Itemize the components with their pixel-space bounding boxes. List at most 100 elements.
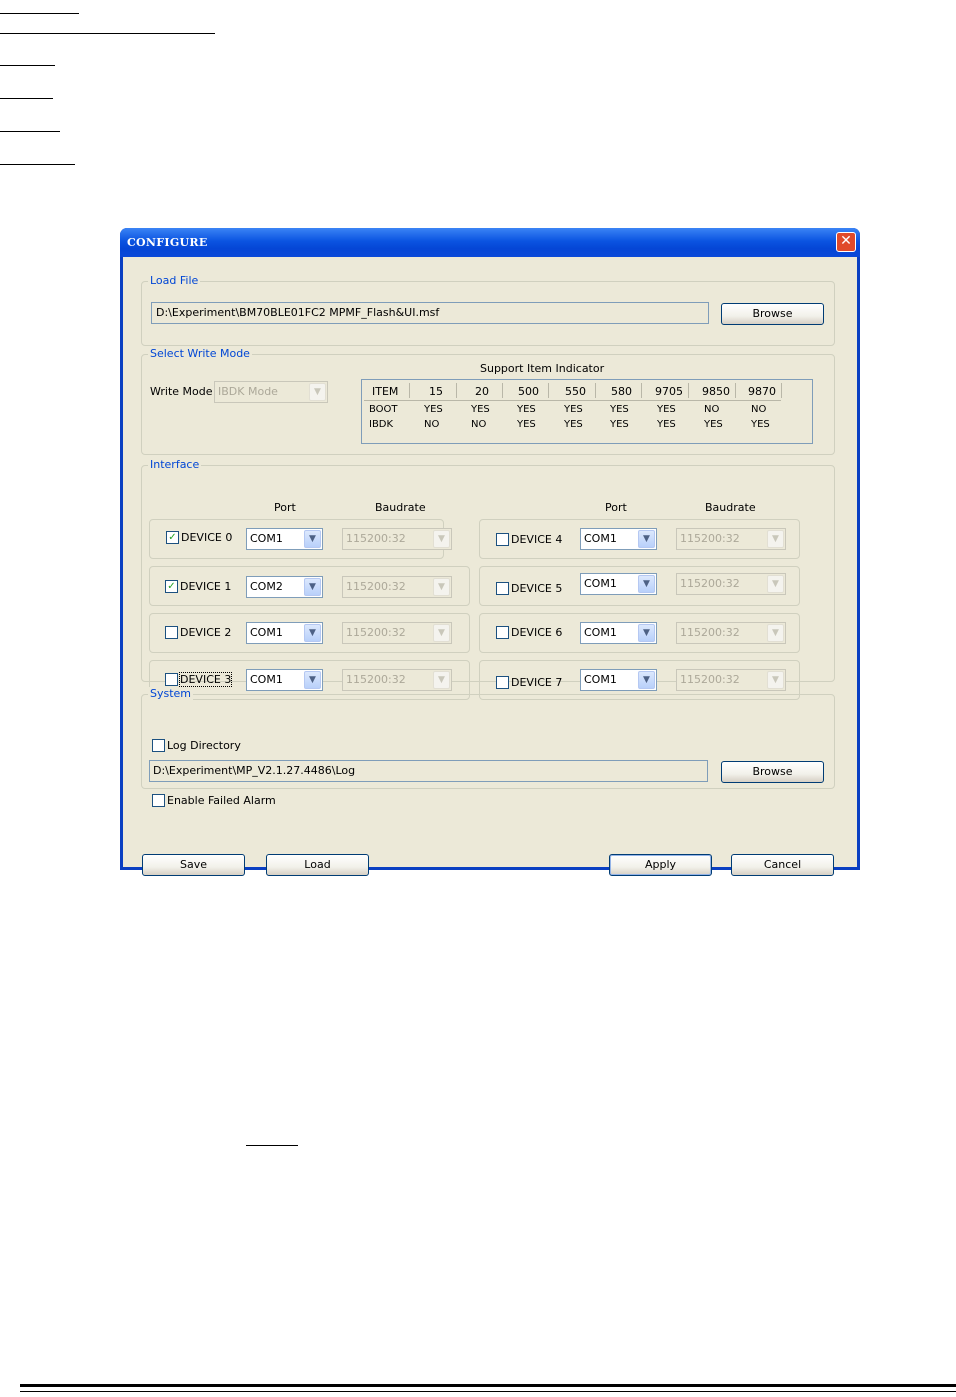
device-4-label: DEVICE 4 (511, 533, 563, 546)
log-directory-label: Log Directory (167, 739, 241, 752)
chevron-down-icon: ▼ (638, 575, 655, 593)
load-file-path-field[interactable]: D:\Experiment\BM70BLE01FC2 MPMF_Flash&UI… (151, 302, 709, 324)
column-divider (688, 383, 689, 398)
device-4-checkbox[interactable] (496, 533, 509, 546)
device-5-baud-value: 115200:32 (680, 577, 740, 590)
table-header: ITEM (372, 385, 399, 398)
device-7-baud-select[interactable]: 115200:32 ▼ (676, 669, 786, 691)
table-header: 500 (518, 385, 539, 398)
device-0-label: DEVICE 0 (181, 531, 233, 544)
device-1-baud-value: 115200:32 (346, 580, 406, 593)
device-2-baud-select[interactable]: 115200:32 ▼ (342, 622, 452, 644)
apply-button[interactable]: Apply (609, 854, 712, 876)
log-browse-button[interactable]: Browse (721, 761, 824, 783)
device-7-baud-value: 115200:32 (680, 673, 740, 686)
device-4-port-value: COM1 (584, 532, 617, 545)
load-file-browse-button[interactable]: Browse (721, 303, 824, 325)
title-bar[interactable]: CONFIGURE ✕ (120, 228, 860, 257)
log-path-field[interactable]: D:\Experiment\MP_V2.1.27.4486\Log (149, 760, 708, 782)
table-cell: BOOT (369, 404, 398, 415)
write-mode-legend: Select Write Mode (148, 347, 252, 360)
device-5-label: DEVICE 5 (511, 582, 563, 595)
dialog-title: CONFIGURE (127, 236, 208, 249)
device-2-checkbox[interactable] (165, 626, 178, 639)
device-3-baud-value: 115200:32 (346, 673, 406, 686)
save-button[interactable]: Save (142, 854, 245, 876)
device-5-port-select[interactable]: COM1 ▼ (580, 573, 657, 595)
doc-footer-rule (20, 1391, 956, 1392)
column-divider (456, 383, 457, 398)
table-cell: YES (704, 419, 723, 430)
table-header: 15 (429, 385, 443, 398)
device-3-port-select[interactable]: COM1 ▼ (246, 669, 323, 691)
device-0-baud-value: 115200:32 (346, 532, 406, 545)
close-icon[interactable]: ✕ (836, 232, 856, 252)
log-directory-checkbox[interactable] (152, 739, 165, 752)
write-mode-select[interactable]: IBDK Mode ▼ (214, 381, 328, 403)
table-header: 20 (475, 385, 489, 398)
column-divider (502, 383, 503, 398)
chevron-down-icon: ▼ (433, 671, 450, 689)
baud-header-left: Baudrate (375, 501, 426, 514)
table-header: 550 (565, 385, 586, 398)
device-3-port-value: COM1 (250, 673, 283, 686)
device-1-baud-select[interactable]: 115200:32 ▼ (342, 576, 452, 598)
device-4-port-select[interactable]: COM1 ▼ (580, 528, 657, 550)
doc-footer-rule (20, 1384, 956, 1387)
device-2-port-select[interactable]: COM1 ▼ (246, 622, 323, 644)
dialog-client: Load File D:\Experiment\BM70BLE01FC2 MPM… (123, 257, 857, 876)
device-5-baud-select[interactable]: 115200:32 ▼ (676, 573, 786, 595)
device-7-port-select[interactable]: COM1 ▼ (580, 669, 657, 691)
chevron-down-icon: ▼ (433, 578, 450, 596)
column-divider (409, 383, 410, 398)
device-5-port-value: COM1 (584, 577, 617, 590)
table-header: 9850 (702, 385, 730, 398)
device-0-baud-select[interactable]: 115200:32 ▼ (342, 528, 452, 550)
table-cell: NO (424, 419, 440, 430)
failed-alarm-checkbox[interactable] (152, 794, 165, 807)
table-cell: NO (471, 419, 487, 430)
table-cell: YES (657, 419, 676, 430)
device-2-baud-value: 115200:32 (346, 626, 406, 639)
device-7-checkbox[interactable] (496, 676, 509, 689)
doc-underline (0, 65, 55, 66)
load-button[interactable]: Load (266, 854, 369, 876)
chevron-down-icon: ▼ (304, 530, 321, 548)
chevron-down-icon: ▼ (767, 575, 784, 593)
device-1-port-value: COM2 (250, 580, 283, 593)
configure-dialog: CONFIGURE ✕ Load File D:\Experiment\BM70… (120, 228, 860, 876)
device-6-baud-select[interactable]: 115200:32 ▼ (676, 622, 786, 644)
write-mode-value: IBDK Mode (218, 385, 278, 398)
device-1-port-select[interactable]: COM2 ▼ (246, 576, 323, 598)
device-6-port-select[interactable]: COM1 ▼ (580, 622, 657, 644)
chevron-down-icon: ▼ (767, 671, 784, 689)
device-5-checkbox[interactable] (496, 582, 509, 595)
chevron-down-icon: ▼ (638, 624, 655, 642)
device-0-port-value: COM1 (250, 532, 283, 545)
failed-alarm-label: Enable Failed Alarm (167, 794, 276, 807)
device-2-label: DEVICE 2 (180, 626, 232, 639)
column-divider (735, 383, 736, 398)
load-file-legend: Load File (148, 274, 201, 287)
doc-underline (246, 1145, 298, 1146)
column-divider (781, 383, 782, 398)
table-cell: YES (751, 419, 770, 430)
device-3-baud-select[interactable]: 115200:32 ▼ (342, 669, 452, 691)
device-1-checkbox[interactable]: ✓ (165, 580, 178, 593)
doc-underline (0, 33, 215, 34)
device-4-baud-select[interactable]: 115200:32 ▼ (676, 528, 786, 550)
doc-underline (0, 164, 75, 165)
chevron-down-icon: ▼ (433, 624, 450, 642)
port-header-right: Port (605, 501, 627, 514)
device-6-checkbox[interactable] (496, 626, 509, 639)
table-cell: YES (657, 404, 676, 415)
device-0-port-select[interactable]: COM1 ▼ (246, 528, 323, 550)
chevron-down-icon: ▼ (638, 530, 655, 548)
cancel-button[interactable]: Cancel (731, 854, 834, 876)
device-0-checkbox[interactable]: ✓ (166, 531, 179, 544)
chevron-down-icon: ▼ (767, 624, 784, 642)
table-cell: IBDK (369, 419, 394, 430)
table-cell: YES (610, 404, 629, 415)
device-3-checkbox[interactable] (165, 673, 178, 686)
table-header-divider (364, 400, 781, 401)
